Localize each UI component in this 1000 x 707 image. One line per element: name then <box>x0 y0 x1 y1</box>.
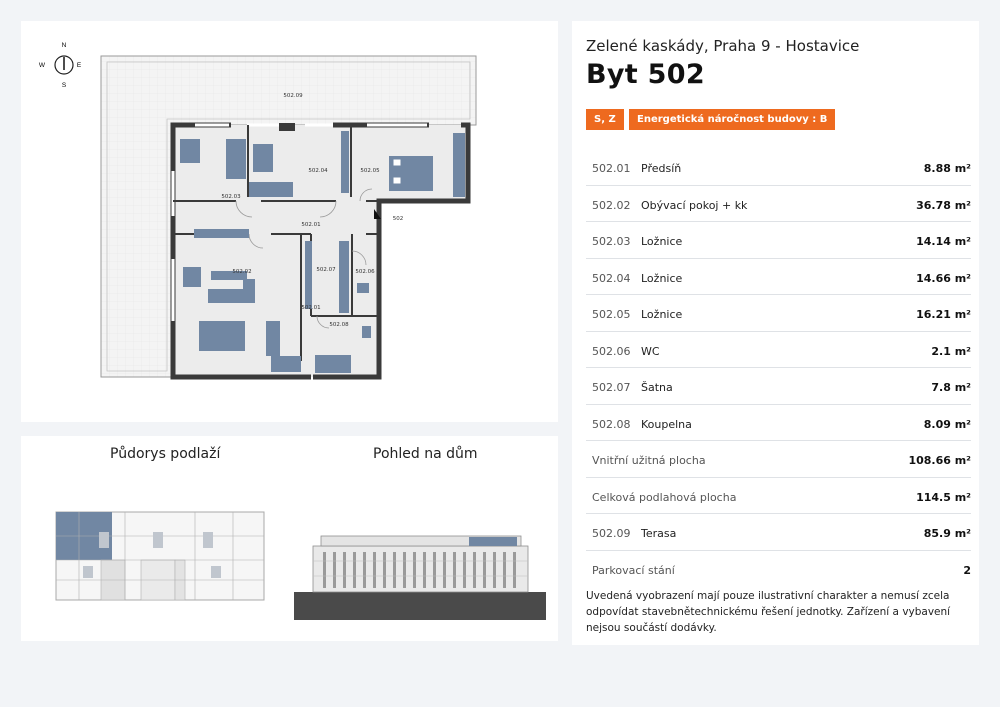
compass-e: E <box>77 62 82 69</box>
floor-plan-drawing: N E S W 502.09 502.01 502.02 502.03 502.… <box>39 42 477 380</box>
room-name: Obývací pokoj + kk <box>641 198 748 212</box>
room-label-502-01: 502.01 <box>301 305 320 311</box>
entrance-label: 502 <box>393 216 404 222</box>
table-row: 502.08 Koupelna 8.09 m² <box>586 405 971 441</box>
room-label-502-02: 502.02 <box>232 269 251 275</box>
room-label-502-08: 502.08 <box>329 322 349 328</box>
floor-overview-drawing <box>55 511 265 601</box>
interior-area-row: Vnitřní užitná plocha 108.66 m² <box>586 441 971 478</box>
room-code: 502.07 <box>592 381 631 394</box>
total-floor-area-value: 114.5 m² <box>916 490 971 504</box>
room-label-502-05: 502.05 <box>360 168 380 174</box>
terrace-code: 502.09 <box>592 527 631 540</box>
room-area: 7.8 m² <box>931 381 971 394</box>
compass-s: S <box>62 82 67 89</box>
apartment-info-panel: Zelené kaskády, Praha 9 - Hostavice Byt … <box>572 21 979 645</box>
parking-value: 2 <box>963 563 971 577</box>
compass-icon: N E S W <box>39 42 82 89</box>
room-area: 2.1 m² <box>931 344 971 358</box>
room-code: 502.06 <box>592 344 631 358</box>
room-label-502-03: 502.03 <box>221 194 241 200</box>
room-area: 16.21 m² <box>916 308 971 321</box>
interior-area-value: 108.66 m² <box>908 454 971 467</box>
terrace-area-value: 85.9 m² <box>923 527 971 540</box>
room-code: 502.03 <box>592 235 631 248</box>
disclaimer-note: Uvedená vyobrazení mají pouze ilustrativ… <box>586 590 951 634</box>
table-row: 502.01 Předsíň 8.88 m² <box>586 149 971 186</box>
room-name: Ložnice <box>641 271 683 285</box>
total-floor-area-row: Celková podlahová plocha 114.5 m² <box>586 478 971 514</box>
room-code: 502.04 <box>592 271 631 285</box>
room-name: Šatna <box>641 381 673 394</box>
table-row: 502.04 Ložnice 14.66 m² <box>586 259 971 295</box>
room-name: Ložnice <box>641 235 683 248</box>
building-overview-panel: Půdorys podlaží Pohled na dům <box>21 436 558 641</box>
building-drawings <box>55 511 546 620</box>
house-facade-drawing <box>294 535 546 620</box>
room-label-502-01-center: 502.01 <box>301 222 320 228</box>
room-name: WC <box>641 344 660 358</box>
room-label-502-06: 502.06 <box>355 269 375 275</box>
compass-n: N <box>62 42 67 49</box>
total-floor-area-label: Celková podlahová plocha <box>592 490 737 504</box>
table-row: 502.07 Šatna 7.8 m² <box>586 368 971 405</box>
room-area-table: 502.01 Předsíň 8.88 m² 502.02 Obývací po… <box>586 149 971 587</box>
room-area: 8.88 m² <box>923 162 971 175</box>
room-code: 502.02 <box>592 198 631 212</box>
project-name: Zelené kaskády, Praha 9 - Hostavice <box>586 37 860 55</box>
room-code: 502.08 <box>592 417 631 431</box>
room-name: Koupelna <box>641 417 692 431</box>
table-row: 502.06 WC 2.1 m² <box>586 332 971 368</box>
floor-plan-panel: N E S W 502.09 502.01 502.02 502.03 502.… <box>21 21 558 422</box>
orientation-badge: S, Z <box>586 109 624 130</box>
room-code: 502.01 <box>592 162 631 175</box>
room-area: 14.14 m² <box>916 235 971 248</box>
table-row: 502.05 Ložnice 16.21 m² <box>586 295 971 332</box>
energy-rating-badge: Energetická náročnost budovy : B <box>629 109 836 130</box>
compass-w: W <box>39 62 46 69</box>
room-code: 502.05 <box>592 308 631 321</box>
interior-area-label: Vnitřní užitná plocha <box>592 454 706 467</box>
room-area: 14.66 m² <box>916 271 971 285</box>
parking-row: Parkovací stání 2 <box>586 551 971 588</box>
terrace-row: 502.09 Terasa 85.9 m² <box>586 514 971 551</box>
room-area: 36.78 m² <box>916 198 971 212</box>
room-name: Předsíň <box>641 162 682 175</box>
table-row: 502.03 Ložnice 14.14 m² <box>586 222 971 259</box>
room-name: Ložnice <box>641 308 683 321</box>
terrace-name: Terasa <box>641 527 677 540</box>
room-label-502-07: 502.07 <box>316 267 336 273</box>
terrace-label: 502.09 <box>283 93 303 99</box>
table-row: 502.02 Obývací pokoj + kk 36.78 m² <box>586 186 971 222</box>
room-label-502-04: 502.04 <box>308 168 328 174</box>
parking-label: Parkovací stání <box>592 563 675 577</box>
apartment-title: Byt 502 <box>586 59 705 90</box>
room-area: 8.09 m² <box>923 417 971 431</box>
